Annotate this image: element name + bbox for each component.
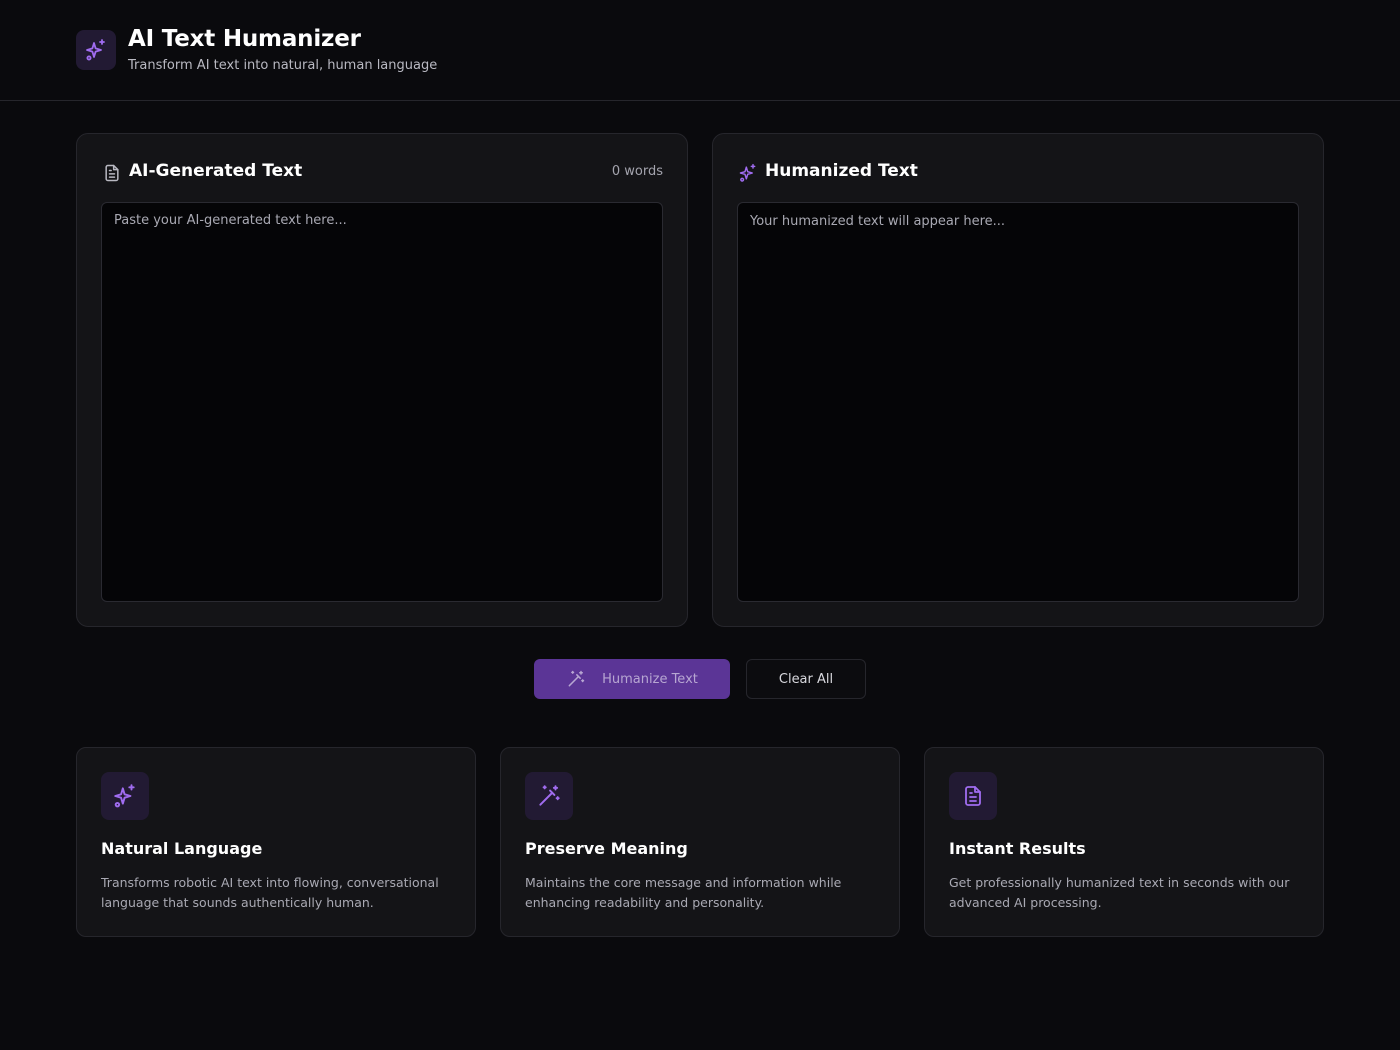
document-icon <box>105 164 119 182</box>
feature-description: Transforms robotic AI text into flowing,… <box>101 875 439 910</box>
feature-card-natural-language: Natural Language Transforms robotic AI t… <box>76 747 476 937</box>
feature-title: Natural Language <box>101 839 263 858</box>
ai-text-input[interactable] <box>101 202 663 602</box>
word-count: 0 words <box>611 164 663 179</box>
app-title: AI Text Humanizer <box>128 26 361 52</box>
magic-wand-icon <box>568 670 585 687</box>
sparkles-icon <box>739 163 756 182</box>
humanize-button[interactable]: Humanize Text <box>534 659 730 699</box>
humanized-text-output[interactable]: Your humanized text will appear here... <box>737 202 1299 602</box>
input-panel-title: AI-Generated Text <box>129 161 303 181</box>
feature-description: Maintains the core message and informati… <box>525 875 842 910</box>
feature-title: Preserve Meaning <box>525 839 688 858</box>
input-panel: AI-Generated Text 0 words <box>76 133 688 627</box>
sparkles-icon <box>114 784 135 808</box>
magic-wand-icon <box>539 785 560 806</box>
feature-description: Get professionally humanized text in sec… <box>949 875 1290 910</box>
document-icon <box>965 786 981 806</box>
feature-icon-tile <box>101 772 149 820</box>
output-placeholder: Your humanized text will appear here... <box>750 214 1006 229</box>
feature-card-preserve-meaning: Preserve Meaning Maintains the core mess… <box>500 747 900 937</box>
output-panel: Humanized Text Your humanized text will … <box>712 133 1324 627</box>
feature-icon-tile <box>525 772 573 820</box>
app-header: AI Text Humanizer Transform AI text into… <box>0 0 1400 101</box>
sparkles-icon <box>86 39 105 61</box>
feature-card-instant-results: Instant Results Get professionally human… <box>924 747 1324 937</box>
app-logo <box>76 30 116 70</box>
humanize-button-label: Humanize Text <box>602 671 698 687</box>
feature-title: Instant Results <box>949 839 1086 858</box>
app-subtitle: Transform AI text into natural, human la… <box>128 58 438 73</box>
output-panel-title: Humanized Text <box>765 161 918 181</box>
clear-all-button[interactable]: Clear All <box>746 659 866 699</box>
feature-icon-tile <box>949 772 997 820</box>
